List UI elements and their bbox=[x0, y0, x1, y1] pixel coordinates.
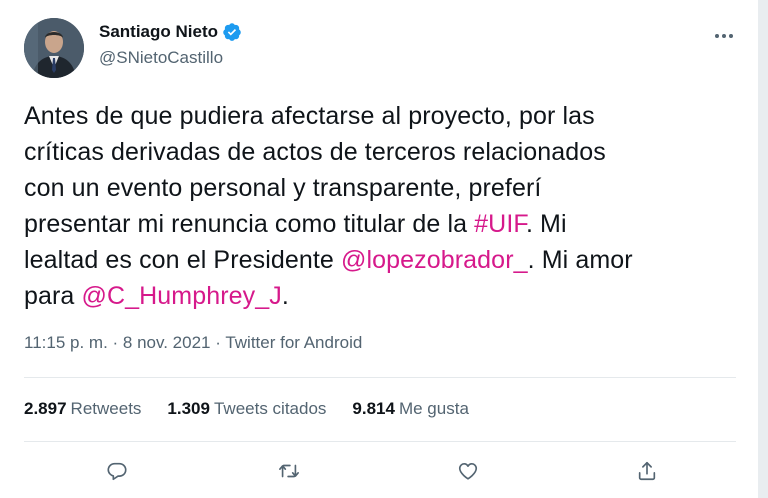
tweet-text-segment: Antes de que pudiera afectarse al proyec… bbox=[24, 102, 595, 130]
tweet-text-segment: lealtad es con el Presidente bbox=[24, 246, 341, 274]
author-handle[interactable]: @SNietoCastillo bbox=[99, 48, 223, 68]
tweet-text-segment: críticas derivadas de actos de terceros … bbox=[24, 138, 606, 166]
author-name[interactable]: Santiago Nieto bbox=[99, 22, 218, 42]
divider bbox=[24, 441, 736, 442]
hashtag-link[interactable]: #UIF bbox=[474, 210, 526, 238]
tweet-source[interactable]: Twitter for Android bbox=[225, 333, 362, 352]
likes-count: 9.814 bbox=[352, 399, 395, 418]
more-options-icon[interactable] bbox=[712, 24, 736, 48]
quotes-label: Tweets citados bbox=[213, 399, 327, 418]
likes-label: Me gusta bbox=[398, 399, 469, 418]
tweet-text-line: lealtad es con el Presidente @lopezobrad… bbox=[24, 242, 734, 278]
tweet-text-line: presentar mi renuncia como titular de la… bbox=[24, 206, 734, 242]
likes-stat[interactable]: 9.814 Me gusta bbox=[352, 399, 468, 419]
retweets-label: Retweets bbox=[70, 399, 142, 418]
tweet-text-segment: para bbox=[24, 282, 82, 310]
tweet-text-segment: . Mi bbox=[525, 210, 567, 238]
mention-link[interactable]: @lopezobrador_ bbox=[341, 246, 528, 274]
tweet-text-segment: presentar mi renuncia como titular de la bbox=[24, 210, 475, 238]
share-icon[interactable] bbox=[632, 456, 662, 486]
meta-separator: · bbox=[107, 333, 123, 352]
tweet-text-line: Antes de que pudiera afectarse al proyec… bbox=[24, 98, 734, 134]
like-icon[interactable] bbox=[453, 456, 483, 486]
avatar-photo-icon bbox=[24, 18, 84, 78]
tweet-stats: 2.897 Retweets 1.309 Tweets citados 9.814 M… bbox=[24, 399, 495, 419]
tweet-date[interactable]: 8 nov. 2021 bbox=[123, 333, 211, 352]
mention-link[interactable]: @C_Humphrey_J bbox=[81, 282, 281, 310]
divider bbox=[24, 377, 736, 378]
page-edge bbox=[758, 0, 768, 498]
tweet-text-segment: . bbox=[281, 282, 289, 310]
reply-icon[interactable] bbox=[102, 456, 132, 486]
retweet-icon[interactable] bbox=[274, 456, 304, 486]
tweet-text-line: con un evento personal y transparente, p… bbox=[24, 170, 734, 206]
retweets-stat[interactable]: 2.897 Retweets bbox=[24, 399, 141, 419]
avatar[interactable] bbox=[24, 18, 84, 78]
tweet-card: Santiago Nieto @SNietoCastillo Antes de … bbox=[0, 0, 758, 498]
tweet-text-line: críticas derivadas de actos de terceros … bbox=[24, 134, 734, 170]
action-bar bbox=[0, 456, 758, 486]
retweets-count: 2.897 bbox=[24, 399, 67, 418]
quotes-count: 1.309 bbox=[167, 399, 210, 418]
quotes-stat[interactable]: 1.309 Tweets citados bbox=[167, 399, 326, 419]
author-name-row[interactable]: Santiago Nieto bbox=[99, 22, 242, 42]
tweet-time[interactable]: 11:15 p. m. bbox=[24, 333, 108, 352]
meta-separator: · bbox=[210, 333, 226, 352]
tweet-meta: 11:15 p. m. · 8 nov. 2021 · Twitter for … bbox=[24, 333, 362, 353]
verified-badge-icon bbox=[222, 22, 242, 42]
tweet-text: Antes de que pudiera afectarse al proyec… bbox=[24, 98, 734, 314]
tweet-text-segment: . Mi amor bbox=[527, 246, 633, 274]
tweet-text-line: para @C_Humphrey_J. bbox=[24, 278, 734, 314]
tweet-text-segment: con un evento personal y transparente, p… bbox=[24, 174, 542, 202]
